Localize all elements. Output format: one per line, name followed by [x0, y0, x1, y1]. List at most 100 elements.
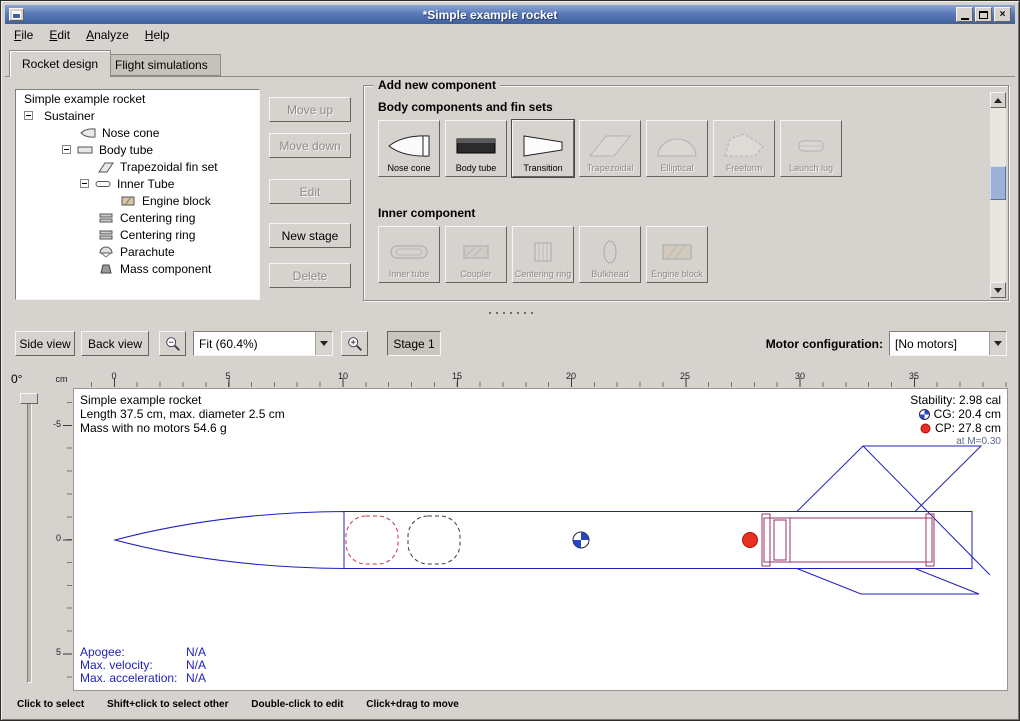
component-button-trapezoidal: Trapezoidal — [579, 120, 641, 177]
parachute-icon — [98, 246, 114, 258]
back-view-button[interactable]: Back view — [81, 331, 149, 356]
scroll-up-button[interactable] — [990, 92, 1006, 108]
centering-ring-icon — [98, 229, 114, 241]
component-button-transition[interactable]: Transition — [512, 120, 574, 177]
menu-file[interactable]: File — [6, 26, 41, 45]
engine-block-icon — [120, 195, 136, 207]
mach-note: at M=0.30 — [910, 435, 1001, 449]
stage-1-toggle[interactable]: Stage 1 — [387, 331, 441, 356]
rotation-slider-track[interactable] — [27, 395, 32, 683]
close-button[interactable]: × — [994, 7, 1011, 22]
ruler-unit-label: cm — [51, 371, 72, 387]
tree-item-rocket[interactable]: Simple example rocket — [16, 90, 259, 107]
rocket-dimensions: Length 37.5 cm, max. diameter 2.5 cm — [80, 407, 285, 421]
apogee-label: Apogee: — [80, 645, 125, 659]
arrow-down-icon — [994, 288, 1002, 293]
component-button-engine-block: Engine block — [646, 226, 708, 283]
maximize-icon — [979, 11, 988, 19]
move-down-button: Move down — [269, 133, 351, 158]
max-acceleration-value: N/A — [186, 672, 206, 685]
zoom-in-button[interactable] — [341, 331, 368, 356]
engine-block-icon — [655, 237, 699, 267]
zoom-out-button[interactable] — [159, 331, 186, 356]
tree-item-parachute[interactable]: Parachute — [16, 243, 259, 260]
tree-item-fin-set[interactable]: Trapezoidal fin set — [16, 158, 259, 175]
tree-item-centering-ring-2[interactable]: Centering ring — [16, 226, 259, 243]
title-bar[interactable]: *Simple example rocket × — [5, 5, 1015, 24]
component-panel-scrollbar[interactable] — [990, 92, 1006, 298]
collapse-icon[interactable] — [62, 145, 71, 154]
tab-border-line — [5, 76, 1015, 77]
rotation-slider-handle[interactable] — [20, 393, 38, 404]
tree-item-nose-cone[interactable]: Nose cone — [16, 124, 259, 141]
ruler-tick-label: 20 — [561, 371, 581, 381]
lower-fin-shape — [797, 569, 979, 595]
ruler-tick-label: 5 — [218, 371, 238, 381]
window-menu-icon[interactable] — [9, 8, 24, 21]
motor-configuration-value: [No motors] — [890, 337, 989, 351]
scrollbar-thumb[interactable] — [990, 166, 1006, 200]
menu-help[interactable]: Help — [137, 26, 178, 45]
motor-configuration-combo[interactable]: [No motors] — [889, 331, 1007, 356]
cg-value: CG: 20.4 cm — [934, 407, 1001, 421]
tree-item-centering-ring-1[interactable]: Centering ring — [16, 209, 259, 226]
status-bar: Click to select Shift+click to select ot… — [17, 699, 479, 710]
upper-fin-shape — [797, 446, 981, 512]
cg-icon — [919, 409, 930, 420]
tab-flight-simulations[interactable]: Flight simulations — [102, 54, 221, 76]
combo-arrow-button[interactable] — [989, 332, 1006, 355]
motor-configuration-label: Motor configuration: — [737, 337, 883, 351]
body-tube-shape — [344, 512, 972, 569]
component-button-launch-lug: Launch lug — [780, 120, 842, 177]
menu-analyze[interactable]: Analyze — [78, 26, 137, 45]
status-hint: Shift+click to select other — [107, 699, 228, 710]
collapse-icon[interactable] — [80, 179, 89, 188]
flight-stats: Apogee:N/A Max. velocity:N/A Max. accele… — [80, 646, 177, 685]
tree-item-inner-tube[interactable]: Inner Tube — [16, 175, 259, 192]
maximize-button[interactable] — [975, 7, 992, 22]
add-component-group: Add new component Body components and fi… — [363, 85, 1009, 301]
combo-arrow-button[interactable] — [315, 332, 332, 355]
minimize-icon — [961, 18, 969, 20]
minimize-button[interactable] — [956, 7, 973, 22]
component-tree: Simple example rocket Sustainer Nose con… — [15, 89, 260, 300]
tab-rocket-design[interactable]: Rocket design — [9, 50, 111, 77]
transition-icon — [521, 131, 565, 161]
splitter-handle[interactable] — [489, 311, 533, 315]
zoom-combo[interactable]: Fit (60.4%) — [193, 331, 333, 356]
group-title: Add new component — [374, 78, 500, 92]
delete-button: Delete — [269, 263, 351, 288]
fin-set-icon — [98, 161, 114, 173]
rotation-value: 0° — [11, 372, 22, 386]
zoom-in-icon — [346, 335, 364, 353]
tree-item-mass-component[interactable]: Mass component — [16, 260, 259, 277]
component-button-nose-cone[interactable]: Nose cone — [378, 120, 440, 177]
cg-marker — [573, 532, 589, 548]
inner-component-label: Inner component — [378, 206, 475, 220]
menu-edit[interactable]: Edit — [41, 26, 78, 45]
ruler-tick-label: 35 — [904, 371, 924, 381]
tree-item-sustainer[interactable]: Sustainer — [16, 107, 259, 124]
chevron-down-icon — [320, 341, 328, 346]
tree-item-body-tube[interactable]: Body tube — [16, 141, 259, 158]
body-components-label: Body components and fin sets — [378, 100, 553, 114]
component-button-body-tube[interactable]: Body tube — [445, 120, 507, 177]
body-tube-icon — [454, 131, 498, 161]
rocket-canvas[interactable]: Simple example rocket Length 37.5 cm, ma… — [73, 388, 1008, 691]
scroll-down-button[interactable] — [990, 282, 1006, 298]
elliptical-fin-icon — [655, 131, 699, 161]
mass-component-icon — [98, 263, 114, 275]
component-button-centering-ring: Centering ring — [512, 226, 574, 283]
trapezoidal-fin-icon — [588, 131, 632, 161]
chevron-down-icon — [994, 341, 1002, 346]
nose-cone-icon — [80, 127, 96, 139]
side-view-button[interactable]: Side view — [15, 331, 75, 356]
edit-button: Edit — [269, 179, 351, 204]
tree-item-engine-block[interactable]: Engine block — [16, 192, 259, 209]
ruler-tick-label: 30 — [790, 371, 810, 381]
ruler-tick-label: 10 — [333, 371, 353, 381]
new-stage-button[interactable]: New stage — [269, 223, 351, 248]
collapse-icon[interactable] — [24, 111, 33, 120]
ruler-tick-label: 25 — [675, 371, 695, 381]
component-button-freeform: Freeform — [713, 120, 775, 177]
